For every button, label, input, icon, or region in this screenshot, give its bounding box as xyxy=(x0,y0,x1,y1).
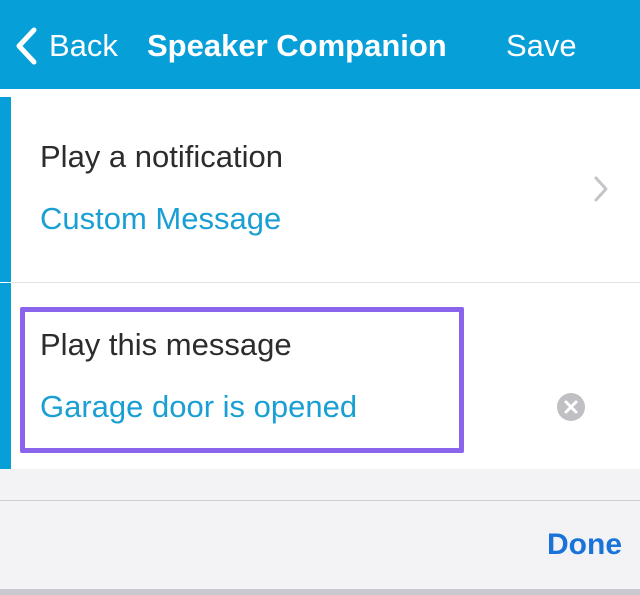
navigation-bar: Back Speaker Companion Save xyxy=(0,0,640,89)
done-button[interactable]: Done xyxy=(547,528,622,562)
notification-type-row[interactable]: Play a notification Custom Message xyxy=(0,97,640,282)
back-button[interactable]: Back xyxy=(14,22,118,70)
keyboard-edge xyxy=(0,589,640,595)
row-value: Custom Message xyxy=(40,201,282,236)
keyboard-area xyxy=(0,469,640,595)
row-title: Play a notification xyxy=(40,139,283,174)
chevron-right-icon xyxy=(592,175,610,208)
clear-icon[interactable] xyxy=(557,393,585,421)
back-button-label: Back xyxy=(49,28,118,63)
nav-spacer xyxy=(0,89,640,97)
page-title: Speaker Companion xyxy=(147,28,447,63)
row-title: Play this message xyxy=(40,327,292,362)
toolbar-divider xyxy=(0,500,640,501)
row-accent-bar xyxy=(0,97,11,282)
chevron-left-icon xyxy=(14,26,38,66)
row-accent-bar xyxy=(0,283,11,469)
save-button[interactable]: Save xyxy=(506,22,577,70)
message-text-field[interactable]: Garage door is opened xyxy=(40,389,357,425)
message-row[interactable]: Play this message Garage door is opened xyxy=(0,283,640,469)
